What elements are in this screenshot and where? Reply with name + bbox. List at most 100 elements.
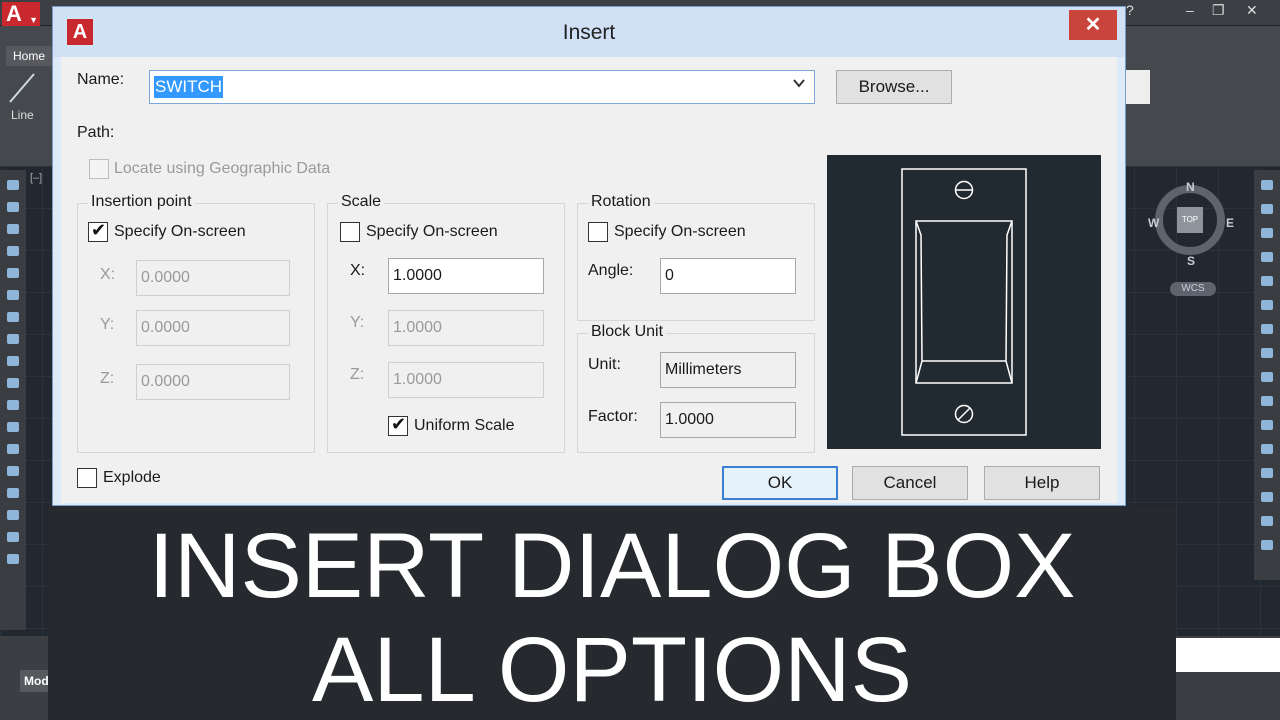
scale-specify-checkbox[interactable] (340, 222, 360, 242)
unit-value: Millimeters (660, 352, 796, 388)
draw-tool-icon[interactable] (7, 290, 19, 300)
checkmark-icon: ✔ (91, 220, 107, 240)
insertion-point-group: Insertion point ✔ Specify On-screen X: 0… (77, 193, 315, 453)
draw-tool-icon[interactable] (7, 510, 19, 520)
minimize-icon[interactable]: – (1186, 2, 1194, 18)
scale-y-label: Y: (350, 314, 365, 331)
draw-tool-icon[interactable] (7, 422, 19, 432)
rotation-group: Rotation Specify On-screen Angle: 0 (577, 193, 815, 321)
insertion-specify-label: Specify On-screen (114, 223, 246, 240)
scale-z-label: Z: (350, 366, 365, 383)
draw-tool-icon[interactable] (7, 180, 19, 190)
ok-button[interactable]: OK (722, 466, 838, 500)
draw-tool-icon[interactable] (7, 532, 19, 542)
cancel-button[interactable]: Cancel (852, 466, 968, 500)
draw-tool-icon[interactable] (7, 378, 19, 388)
caption-line-1: INSERT DIALOG BOX (148, 515, 1076, 617)
draw-tool-icon[interactable] (7, 400, 19, 410)
unit-label: Unit: (588, 356, 621, 373)
checkmark-icon: ✔ (391, 414, 407, 434)
factor-label: Factor: (588, 408, 638, 425)
draw-tool-icon[interactable] (7, 312, 19, 322)
dialog-body: Name: SWITCH Browse... Path: Locate usin… (61, 57, 1117, 503)
rotation-specify-label: Specify On-screen (614, 223, 746, 240)
modify-tool-icon[interactable] (1261, 324, 1273, 334)
draw-tool-icon[interactable] (7, 444, 19, 454)
close-app-icon[interactable]: ✕ (1246, 2, 1258, 19)
name-combobox[interactable]: SWITCH (149, 70, 815, 104)
insertion-z-label: Z: (100, 370, 115, 387)
close-button[interactable]: ✕ (1069, 10, 1117, 40)
restore-icon[interactable]: ❐ (1212, 2, 1225, 19)
draw-tool-icon[interactable] (7, 554, 19, 564)
modify-tool-icon[interactable] (1261, 468, 1273, 478)
help-icon[interactable]: ? (1126, 2, 1134, 18)
draw-tool-icon[interactable] (7, 466, 19, 476)
modify-tool-icon[interactable] (1261, 444, 1273, 454)
draw-tool-icon[interactable] (7, 246, 19, 256)
modify-tool-icon[interactable] (1261, 300, 1273, 310)
draw-tool-icon[interactable] (7, 224, 19, 234)
modify-tool-icon[interactable] (1261, 396, 1273, 406)
dialog-title: Insert (562, 21, 616, 44)
ribbon-panel-icon[interactable] (1126, 70, 1150, 104)
left-toolbar (0, 170, 26, 630)
scale-x-field[interactable]: 1.0000 (388, 258, 544, 294)
explode-label: Explode (103, 469, 161, 486)
viewcube[interactable]: TOP N S E W (1140, 180, 1240, 280)
autocad-application-menu[interactable]: A ▼ (2, 2, 40, 26)
modify-tool-icon[interactable] (1261, 252, 1273, 262)
modify-tool-icon[interactable] (1261, 348, 1273, 358)
angle-field[interactable]: 0 (660, 258, 796, 294)
dialog-title-bar[interactable]: A Insert ✕ (53, 7, 1125, 57)
modify-tool-icon[interactable] (1261, 540, 1273, 550)
insertion-x-label: X: (100, 266, 116, 283)
compass-south[interactable]: S (1187, 254, 1195, 268)
draw-tool-icon[interactable] (7, 356, 19, 366)
modify-tool-icon[interactable] (1261, 228, 1273, 238)
geo-data-checkbox[interactable] (89, 159, 109, 179)
modify-tool-icon[interactable] (1261, 204, 1273, 214)
modify-tool-icon[interactable] (1261, 492, 1273, 502)
compass-east[interactable]: E (1226, 216, 1234, 230)
draw-tool-icon[interactable] (7, 334, 19, 344)
draw-tool-icon[interactable] (7, 202, 19, 212)
insertion-y-field[interactable]: 0.0000 (136, 310, 290, 346)
modify-tool-icon[interactable] (1261, 516, 1273, 526)
insertion-y-label: Y: (100, 316, 115, 333)
modify-tool-icon[interactable] (1261, 180, 1273, 190)
viewcube-top-face[interactable]: TOP (1177, 207, 1203, 233)
caption-line-2: ALL OPTIONS (312, 619, 912, 720)
uniform-scale-checkbox[interactable]: ✔ (388, 414, 408, 436)
rotation-specify-checkbox[interactable] (588, 222, 608, 242)
ribbon-tab-home[interactable]: Home (6, 46, 52, 66)
block-preview (827, 155, 1101, 449)
explode-checkbox[interactable] (77, 468, 97, 488)
line-tool-button[interactable]: Line (6, 70, 46, 130)
chevron-down-icon[interactable] (792, 76, 806, 90)
name-value: SWITCH (154, 76, 224, 98)
draw-tool-icon[interactable] (7, 488, 19, 498)
command-line[interactable] (1176, 638, 1280, 672)
modify-tool-icon[interactable] (1261, 276, 1273, 286)
geo-data-label: Locate using Geographic Data (114, 160, 331, 177)
modify-tool-icon[interactable] (1261, 372, 1273, 382)
insertion-z-field[interactable]: 0.0000 (136, 364, 290, 400)
name-label: Name: (77, 71, 125, 88)
scale-group: Scale Specify On-screen X: 1.0000 Y: 1.0… (327, 193, 565, 453)
viewport-controls[interactable]: [–] (30, 172, 42, 184)
scale-z-field[interactable]: 1.0000 (388, 362, 544, 398)
path-label: Path: (77, 124, 115, 141)
insertion-specify-checkbox[interactable]: ✔ (88, 220, 108, 242)
compass-north[interactable]: N (1186, 180, 1195, 194)
draw-tool-icon[interactable] (7, 268, 19, 278)
scale-y-field[interactable]: 1.0000 (388, 310, 544, 346)
browse-button[interactable]: Browse... (836, 70, 952, 104)
help-button[interactable]: Help (984, 466, 1100, 500)
insertion-x-field[interactable]: 0.0000 (136, 260, 290, 296)
wcs-menu[interactable]: WCS (1170, 282, 1216, 296)
modify-tool-icon[interactable] (1261, 420, 1273, 430)
line-icon (9, 73, 35, 103)
compass-west[interactable]: W (1148, 216, 1159, 230)
rotation-title: Rotation (588, 193, 654, 211)
